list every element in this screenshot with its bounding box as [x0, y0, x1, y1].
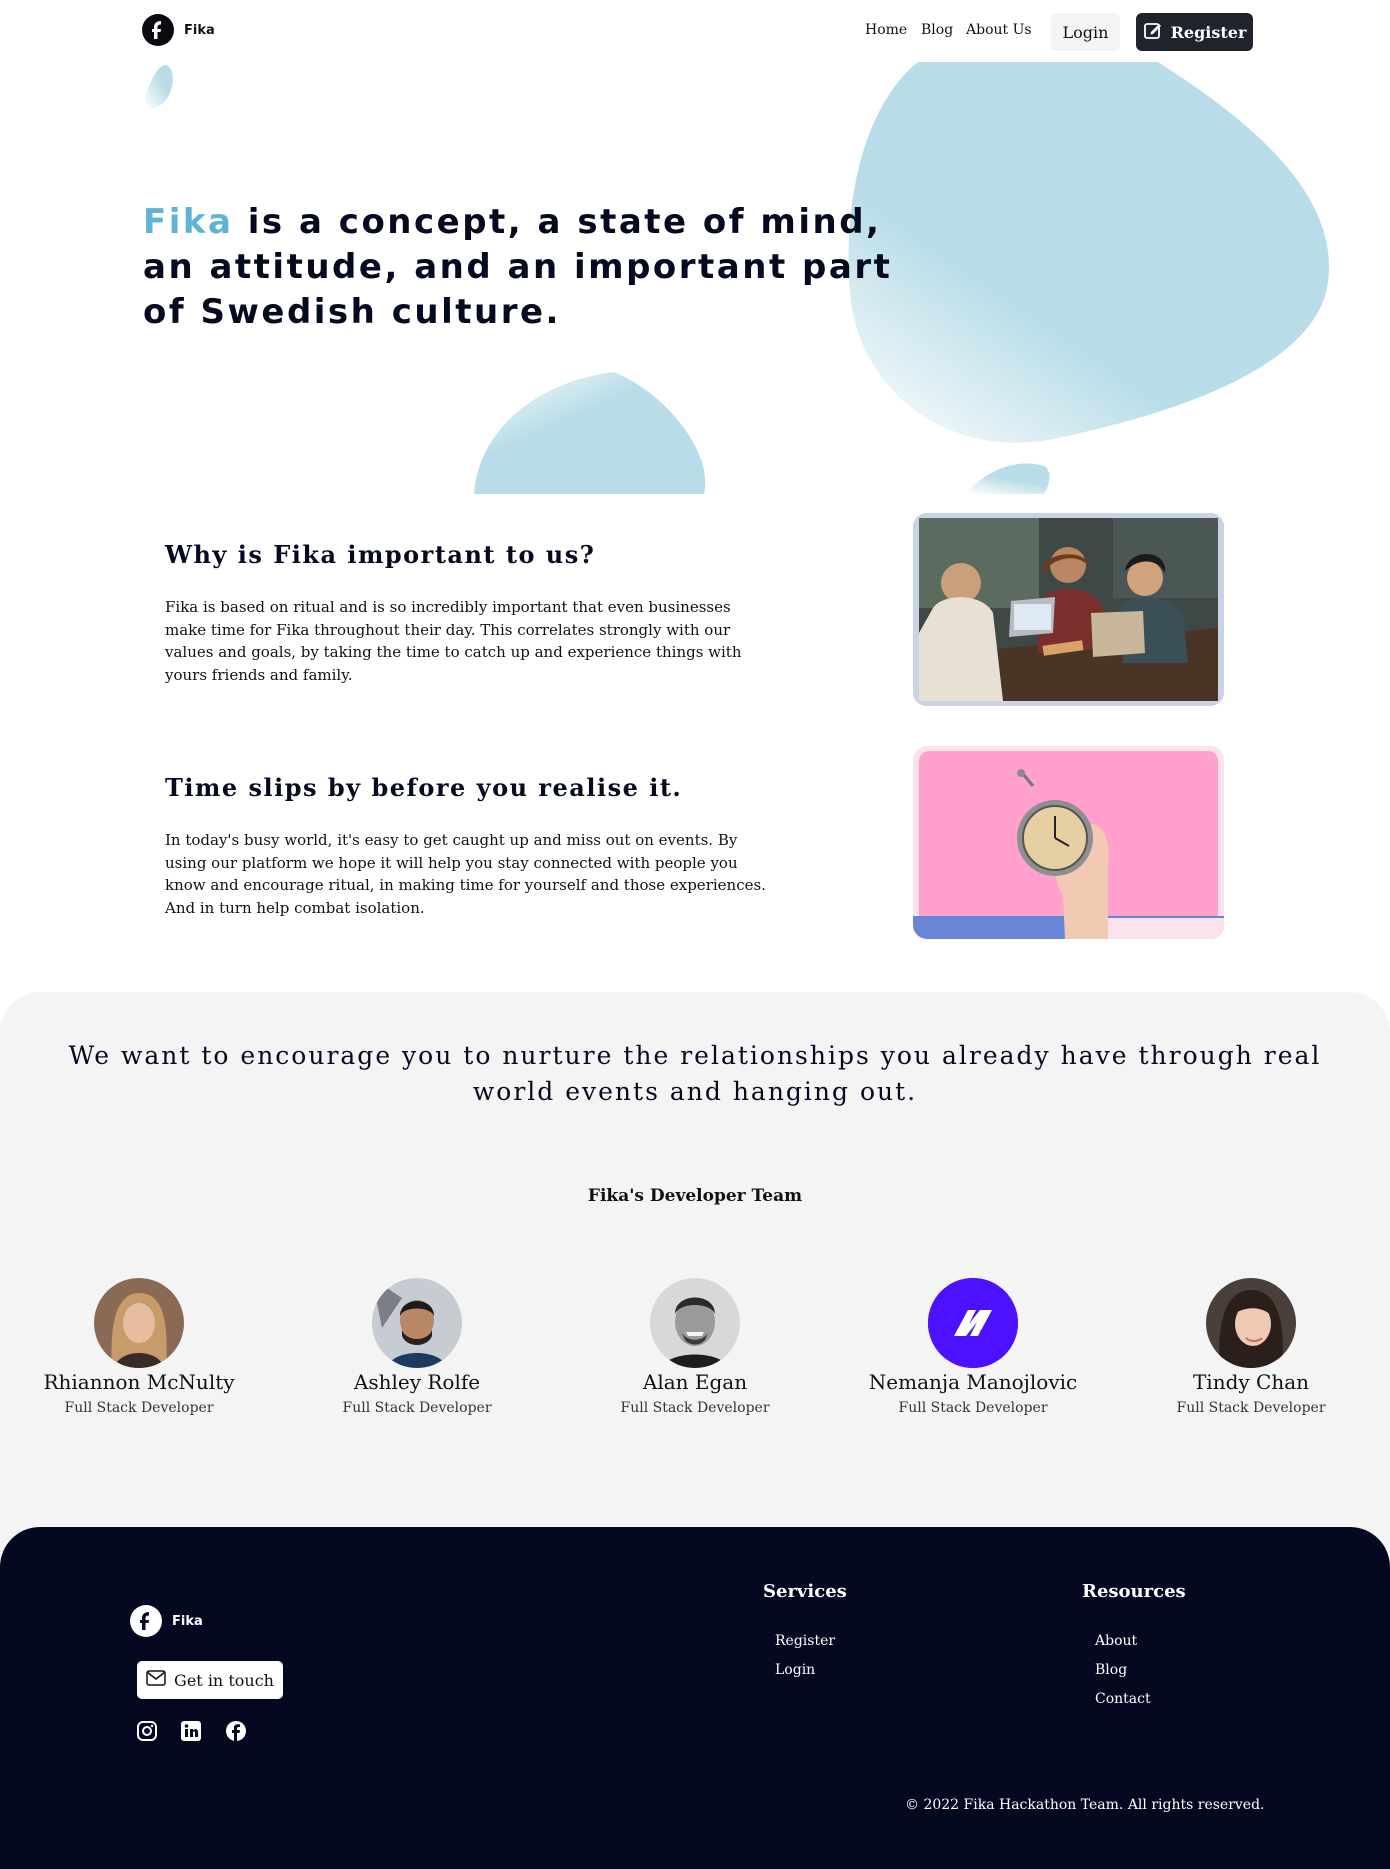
decorative-blob-small [145, 64, 173, 109]
footer-resources-heading: Resources [1082, 1581, 1186, 1602]
footer-link-about[interactable]: About [1095, 1633, 1137, 1649]
footer-brand-logo[interactable]: Fika [130, 1605, 203, 1637]
edit-icon [1143, 20, 1163, 44]
decorative-blob-mid [474, 372, 706, 494]
member-name: Rhiannon McNulty [43, 1370, 235, 1394]
login-button[interactable]: Login [1051, 13, 1120, 51]
brand-logo[interactable]: Fika [142, 14, 215, 46]
team-member-card: Alan Egan Full Stack Developer [575, 1278, 815, 1416]
top-navbar: Fika Home Blog About Us Login Register [0, 0, 1390, 62]
fika-logo-icon [142, 14, 174, 46]
team-heading: Fika's Developer Team [587, 1186, 803, 1206]
copyright-text: © 2022 Fika Hackathon Team. All rights r… [905, 1797, 1265, 1813]
member-name: Alan Egan [642, 1370, 748, 1394]
nav-link-home[interactable]: Home [865, 22, 907, 38]
brand-name: Fika [184, 22, 215, 38]
avatar-nemanja-manojlovic [928, 1278, 1018, 1368]
member-role: Full Stack Developer [898, 1400, 1048, 1416]
team-member-card: Ashley Rolfe Full Stack Developer [297, 1278, 537, 1416]
footer-services-heading: Services [763, 1581, 847, 1602]
member-name: Tindy Chan [1192, 1370, 1310, 1394]
member-name: Ashley Rolfe [353, 1370, 481, 1394]
hand-holding-clock-image [913, 746, 1224, 939]
nav-link-about-us[interactable]: About Us [966, 22, 1032, 38]
envelope-icon [146, 1670, 166, 1690]
team-member-card: Rhiannon McNulty Full Stack Developer [19, 1278, 259, 1416]
member-role: Full Stack Developer [342, 1400, 492, 1416]
feature-image-friends-card [913, 513, 1224, 706]
feature-text-why-fika: Fika is based on ritual and is so incred… [165, 598, 742, 684]
member-role: Full Stack Developer [1176, 1400, 1326, 1416]
friends-at-table-image [913, 513, 1224, 706]
feature-title-time-slips: Time slips by before you realise it. [165, 773, 683, 802]
hero-title-text: is a concept, a state of mind, an attitu… [143, 202, 893, 332]
footer-link-register[interactable]: Register [775, 1633, 835, 1649]
register-button[interactable]: Register [1136, 13, 1253, 51]
feature-text-time-slips: In today's busy world, it's easy to get … [165, 831, 766, 917]
get-in-touch-label: Get in touch [174, 1670, 274, 1690]
team-member-card: Tindy Chan Full Stack Developer [1131, 1278, 1371, 1416]
login-button-label: Login [1062, 22, 1109, 42]
fika-logo-icon [130, 1605, 162, 1637]
decorative-blob-tiny [966, 463, 1050, 494]
footer-link-contact[interactable]: Contact [1095, 1691, 1151, 1707]
feature-image-clock-card [913, 746, 1224, 939]
linkedin-icon[interactable] [180, 1720, 202, 1742]
member-role: Full Stack Developer [620, 1400, 770, 1416]
footer-link-login[interactable]: Login [775, 1662, 815, 1678]
feature-title-why-fika: Why is Fika important to us? [165, 540, 596, 569]
member-name: Nemanja Manojlovic [868, 1370, 1078, 1394]
facebook-icon[interactable] [225, 1720, 247, 1742]
footer-link-blog[interactable]: Blog [1095, 1662, 1127, 1678]
hero-title: Fika is a concept, a state of mind, an a… [143, 200, 903, 335]
register-button-label: Register [1170, 22, 1247, 42]
avatar-alan-egan [650, 1278, 740, 1368]
avatar-rhiannon-mcnulty [94, 1278, 184, 1368]
avatar-ashley-rolfe [372, 1278, 462, 1368]
hero-brand-word: Fika [143, 202, 234, 242]
instagram-icon[interactable] [136, 1720, 158, 1742]
member-role: Full Stack Developer [64, 1400, 214, 1416]
get-in-touch-button[interactable]: Get in touch [137, 1661, 283, 1699]
mission-statement: We want to encourage you to nurture the … [68, 1041, 1322, 1106]
decorative-blob-large [848, 62, 1329, 443]
nav-link-blog[interactable]: Blog [921, 22, 953, 38]
footer-brand-name: Fika [172, 1613, 203, 1629]
avatar-tindy-chan [1206, 1278, 1296, 1368]
team-member-card: Nemanja Manojlovic Full Stack Developer [853, 1278, 1093, 1416]
